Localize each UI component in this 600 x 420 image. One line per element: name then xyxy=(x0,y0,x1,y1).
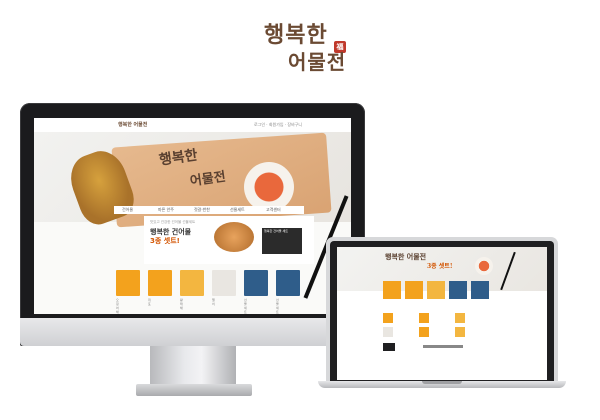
menu-item[interactable]: 고객센터 xyxy=(266,207,281,213)
laptop-product-thumbnail[interactable] xyxy=(449,281,467,299)
desktop-website-screen: 행복한 어물전 로그인 · 회원가입 · 장바구니 행복한 어물전 건어물 마른… xyxy=(34,118,351,314)
brand-logo: 행복한 福 어물전 xyxy=(254,22,364,78)
macbook-notch xyxy=(422,381,462,384)
header-links[interactable]: 로그인 · 회원가입 · 장바구니 xyxy=(254,121,302,129)
laptop-promo-title: 3종 셋트! xyxy=(427,263,453,270)
product-thumbnail[interactable] xyxy=(116,270,140,296)
laptop-product-thumbnail[interactable] xyxy=(383,313,393,323)
promo-food-image xyxy=(214,222,254,252)
laptop-product-row xyxy=(383,281,493,311)
laptop-product-thumbnail[interactable] xyxy=(419,327,429,337)
laptop-bar xyxy=(423,345,463,348)
laptop-product-row-2 xyxy=(383,313,513,337)
promo-banner[interactable]: 맛있고 건강한 건어물 선물세트 행복한 건어물 3종 셋트! 행복한 건어물 … xyxy=(144,216,314,264)
laptop-chopsticks-image xyxy=(500,251,516,291)
product-thumbnail[interactable] xyxy=(276,270,300,296)
laptop-footer-row xyxy=(383,343,513,363)
product-label[interactable]: 오징어채 xyxy=(116,298,119,314)
menu-item[interactable]: 젓갈·반찬 xyxy=(194,207,210,213)
gift-box-image: 행복한 건어물 세트 xyxy=(262,228,302,254)
gift-box-label: 행복한 건어물 세트 xyxy=(264,229,288,233)
category-menu: 건어물 마른 안주 젓갈·반찬 선물세트 고객센터 xyxy=(114,206,304,214)
brand-logo-line1: 행복한 xyxy=(264,22,328,48)
imac-stand-neck xyxy=(150,346,236,386)
laptop-product-thumbnail[interactable] xyxy=(455,327,465,337)
laptop-food-image xyxy=(475,257,493,275)
product-label[interactable]: 선물세트 xyxy=(244,298,247,314)
product-label[interactable]: 선물세트 xyxy=(276,298,279,314)
laptop-product-thumbnail[interactable] xyxy=(405,281,423,299)
menu-item[interactable]: 선물세트 xyxy=(230,207,245,213)
product-thumbnail[interactable] xyxy=(180,270,204,296)
promo-title-line1: 행복한 건어물 xyxy=(150,228,192,236)
brand-logo-line2: 어물전 xyxy=(288,50,347,74)
promo-subtitle: 맛있고 건강한 건어물 선물세트 xyxy=(150,220,196,224)
product-label[interactable]: 쥐포 xyxy=(148,298,151,306)
laptop-product-thumbnail[interactable] xyxy=(383,281,401,299)
imac-chin xyxy=(20,318,365,346)
product-thumbnail[interactable] xyxy=(148,270,172,296)
laptop-hero-title: 행복한 어물전 xyxy=(385,252,427,261)
laptop-product-thumbnail[interactable] xyxy=(427,281,445,299)
laptop-product-thumbnail[interactable] xyxy=(383,327,393,337)
promo-title-line2: 3종 셋트! xyxy=(150,237,180,245)
laptop-product-thumbnail[interactable] xyxy=(455,313,465,323)
product-label[interactable]: 멸치 xyxy=(212,298,215,306)
squid-bowl-image xyxy=(244,162,294,212)
site-logo[interactable]: 행복한 어물전 xyxy=(118,121,147,129)
laptop-website-screen: 행복한 어물전 3종 셋트! xyxy=(337,247,547,380)
laptop-product-thumbnail[interactable] xyxy=(471,281,489,299)
product-label[interactable]: 황태채 xyxy=(180,298,183,310)
site-header: 행복한 어물전 로그인 · 회원가입 · 장바구니 xyxy=(34,118,351,133)
menu-item[interactable]: 마른 안주 xyxy=(158,207,174,213)
imac-stand-foot xyxy=(136,384,252,396)
menu-item[interactable]: 건어물 xyxy=(122,207,133,213)
product-thumbnail[interactable] xyxy=(244,270,268,296)
laptop-product-thumbnail[interactable] xyxy=(419,313,429,323)
laptop-product-thumbnail[interactable] xyxy=(383,343,395,351)
product-thumbnail[interactable] xyxy=(212,270,236,296)
